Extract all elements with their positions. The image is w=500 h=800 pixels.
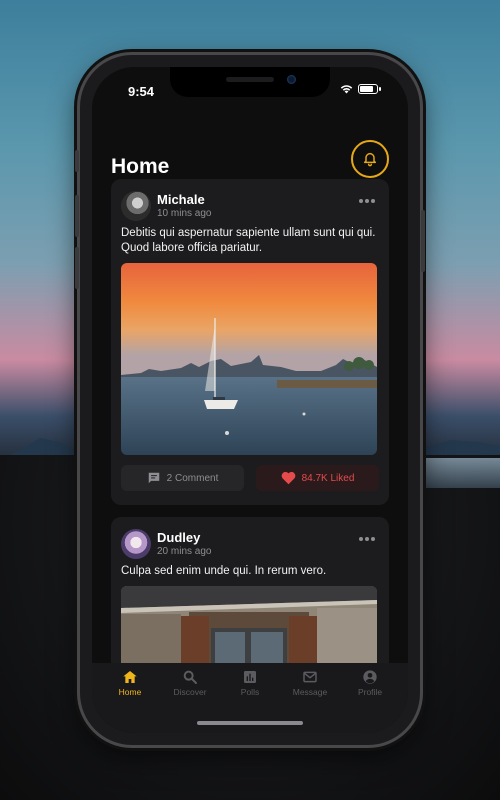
heart-icon [281,471,295,485]
front-camera [287,75,296,84]
speaker [226,77,274,82]
background-water [410,458,500,488]
battery-icon [358,84,381,94]
post-author[interactable]: Dudley [157,530,211,545]
mail-icon [303,671,317,683]
like-button[interactable]: 84.7K Liked [256,465,379,491]
post-image[interactable] [121,586,377,663]
post-image[interactable] [121,263,377,455]
tab-label: Home [118,687,142,697]
app-screen: 9:54 Home Michale 10 mins ago Debitis qu… [92,67,408,733]
avatar[interactable] [121,529,151,559]
post-text: Culpa sed enim unde qui. In rerum vero. [121,565,327,577]
home-indicator[interactable] [197,721,303,725]
post-card: Dudley 20 mins ago Culpa sed enim unde q… [111,517,389,663]
post-feed[interactable]: Michale 10 mins ago Debitis qui aspernat… [111,179,389,663]
post-card: Michale 10 mins ago Debitis qui aspernat… [111,179,389,505]
post-time: 20 mins ago [157,546,212,557]
comment-icon [148,472,159,484]
more-options-icon[interactable] [359,537,375,541]
bell-icon [363,152,377,167]
notch [170,67,330,97]
status-time: 9:54 [128,84,155,99]
status-icons [340,84,381,94]
like-count: 84.7K Liked [301,472,355,484]
volume-up-button [75,195,79,237]
mute-switch [75,150,79,172]
avatar[interactable] [121,191,151,221]
stone-house-image [121,586,377,663]
tab-label: Polls [240,687,260,697]
tab-label: Profile [357,687,383,697]
more-options-icon[interactable] [359,199,375,203]
harbor-sunset-image [121,263,377,455]
profile-icon [363,670,377,684]
home-icon [123,671,137,683]
notifications-button[interactable] [351,140,389,178]
comment-count: 2 Comment [166,472,219,484]
tab-home[interactable]: Home [104,669,156,733]
comment-button[interactable]: 2 Comment [121,465,244,491]
page-title: Home [111,155,170,178]
wifi-icon [340,85,353,94]
bar-chart-icon [244,671,256,683]
power-button [421,210,425,272]
post-text: Debitis qui aspernatur sapiente ullam su… [121,227,376,254]
volume-down-button [75,247,79,289]
tab-label: Message [292,687,328,697]
post-author[interactable]: Michale [157,192,211,207]
post-time: 10 mins ago [157,208,212,219]
phone-frame: 9:54 Home Michale 10 mins ago Debitis qu… [75,55,425,745]
tab-label: Discover [173,687,207,697]
search-icon [183,670,197,684]
tab-profile[interactable]: Profile [344,669,396,733]
